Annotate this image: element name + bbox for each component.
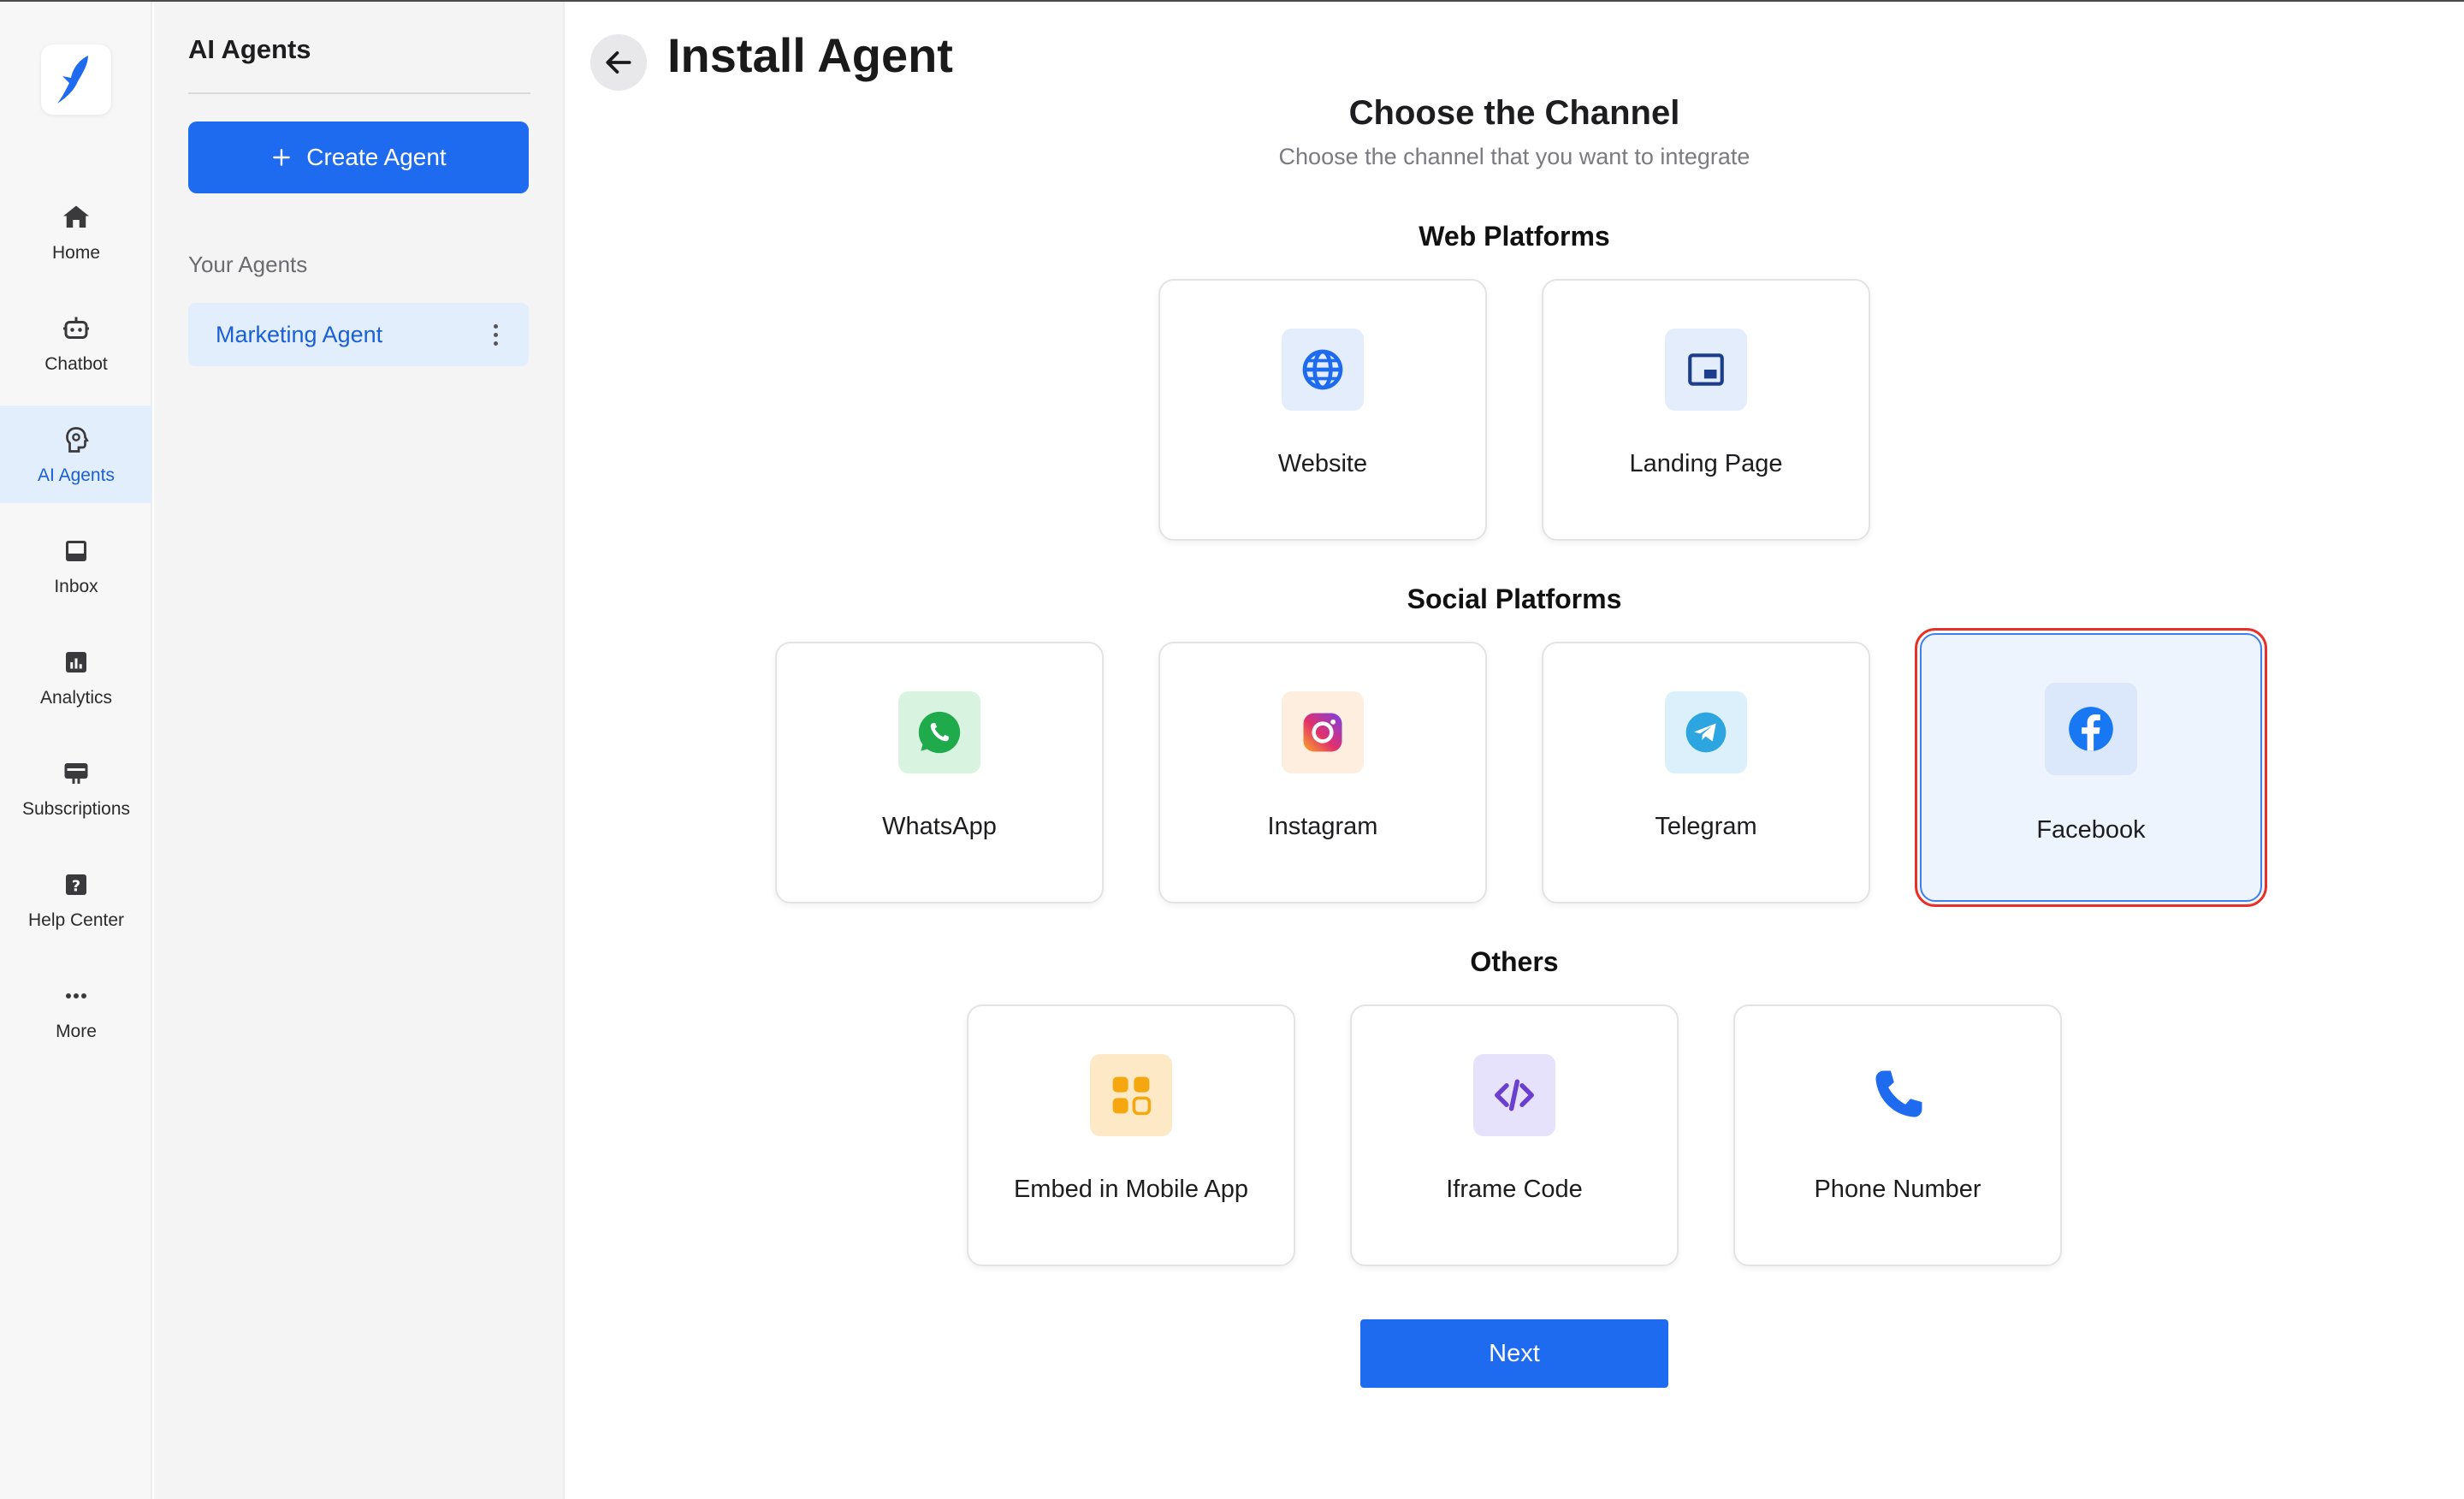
plus-icon — [273, 149, 291, 166]
help-icon: ? — [59, 868, 93, 902]
agent-name: Marketing Agent — [216, 321, 383, 347]
facebook-icon — [2045, 683, 2137, 775]
apps-grid-icon — [1090, 1054, 1172, 1136]
icon-rail: Home Chatbot AI Agents Inbox Analytics S… — [0, 2, 152, 1499]
nav-label-analytics: Analytics — [39, 688, 113, 708]
nav-item-subscriptions[interactable]: Subscriptions — [0, 739, 152, 837]
nav-label-ai-agents: AI Agents — [38, 465, 115, 485]
nav-label-inbox: Inbox — [54, 577, 98, 596]
channel-card-phone-number[interactable]: Phone Number — [1733, 1004, 2062, 1266]
channel-name: Iframe Code — [1446, 1176, 1583, 1203]
analytics-icon — [59, 645, 93, 679]
globe-icon — [1282, 329, 1364, 411]
phone-icon — [1857, 1054, 1939, 1136]
inbox-icon — [59, 534, 93, 568]
app-window: Home Chatbot AI Agents Inbox Analytics S… — [0, 0, 2464, 1499]
section-subheading: Choose the channel that you want to inte… — [1278, 144, 1750, 169]
channel-card-whatsapp[interactable]: WhatsApp — [775, 642, 1104, 904]
channel-card-website[interactable]: Website — [1158, 279, 1487, 541]
channel-name: Landing Page — [1629, 450, 1783, 477]
group-label-others: Others — [1470, 946, 1559, 977]
nav-item-home[interactable]: Home — [0, 183, 152, 281]
panel-title: AI Agents — [188, 34, 311, 64]
brand-logo[interactable] — [41, 44, 111, 115]
robot-icon — [59, 311, 93, 346]
channel-name: Phone Number — [1814, 1176, 1981, 1203]
group-label-social-platforms: Social Platforms — [1407, 584, 1622, 614]
arrow-left-icon — [606, 51, 631, 74]
channel-card-facebook[interactable]: Facebook — [1915, 628, 2267, 907]
channel-name: Instagram — [1267, 813, 1378, 840]
agents-panel: AI Agents Create Agent Your Agents Marke… — [154, 2, 565, 1499]
nav-label-more: More — [56, 1022, 97, 1041]
brand-logo-icon — [57, 56, 88, 104]
nav-item-analytics[interactable]: Analytics — [0, 628, 152, 726]
channel-name: Telegram — [1655, 813, 1757, 840]
nav-item-more[interactable]: More — [0, 962, 152, 1059]
create-agent-button[interactable]: Create Agent — [188, 121, 529, 193]
nav-item-inbox[interactable]: Inbox — [0, 517, 152, 614]
nav-label-subscriptions: Subscriptions — [21, 799, 131, 819]
section-heading: Choose the Channel — [1348, 94, 1680, 132]
back-button[interactable] — [590, 34, 647, 91]
telegram-icon — [1665, 691, 1747, 773]
nav-label-chatbot: Chatbot — [44, 354, 108, 374]
ai-head-icon — [59, 423, 93, 457]
instagram-icon — [1282, 691, 1364, 773]
nav-label-home: Home — [51, 243, 101, 263]
agent-item-marketing-agent[interactable]: Marketing Agent — [188, 303, 529, 366]
channel-card-telegram[interactable]: Telegram — [1542, 642, 1870, 904]
channel-name: WhatsApp — [882, 813, 997, 840]
panel-divider — [188, 92, 530, 94]
nav-item-help-center[interactable]: ? Help Center — [0, 850, 152, 948]
home-icon — [59, 200, 93, 234]
next-button[interactable]: Next — [1360, 1319, 1668, 1388]
nav-item-ai-agents[interactable]: AI Agents — [0, 406, 152, 503]
create-agent-label: Create Agent — [306, 144, 447, 170]
channel-card-embed-mobile-app[interactable]: Embed in Mobile App — [967, 1004, 1295, 1266]
page-title: Install Agent — [667, 28, 953, 82]
whatsapp-icon — [898, 691, 980, 773]
channel-name: Embed in Mobile App — [1013, 1176, 1249, 1203]
channel-name: Website — [1277, 450, 1368, 477]
nav-item-chatbot[interactable]: Chatbot — [0, 294, 152, 392]
channel-card-landing-page[interactable]: Landing Page — [1542, 279, 1870, 541]
group-label-web-platforms: Web Platforms — [1419, 221, 1610, 252]
your-agents-heading: Your Agents — [188, 252, 308, 277]
channel-name: Facebook — [2036, 816, 2146, 844]
landing-page-icon — [1665, 329, 1747, 411]
svg-text:?: ? — [72, 878, 80, 896]
channel-card-instagram[interactable]: Instagram — [1158, 642, 1487, 904]
code-icon — [1473, 1054, 1555, 1136]
more-icon — [59, 979, 93, 1013]
nav-label-help-center: Help Center — [27, 910, 125, 930]
kebab-menu-icon[interactable] — [490, 319, 501, 351]
subscriptions-icon — [59, 756, 93, 791]
channel-card-iframe-code[interactable]: Iframe Code — [1350, 1004, 1679, 1266]
